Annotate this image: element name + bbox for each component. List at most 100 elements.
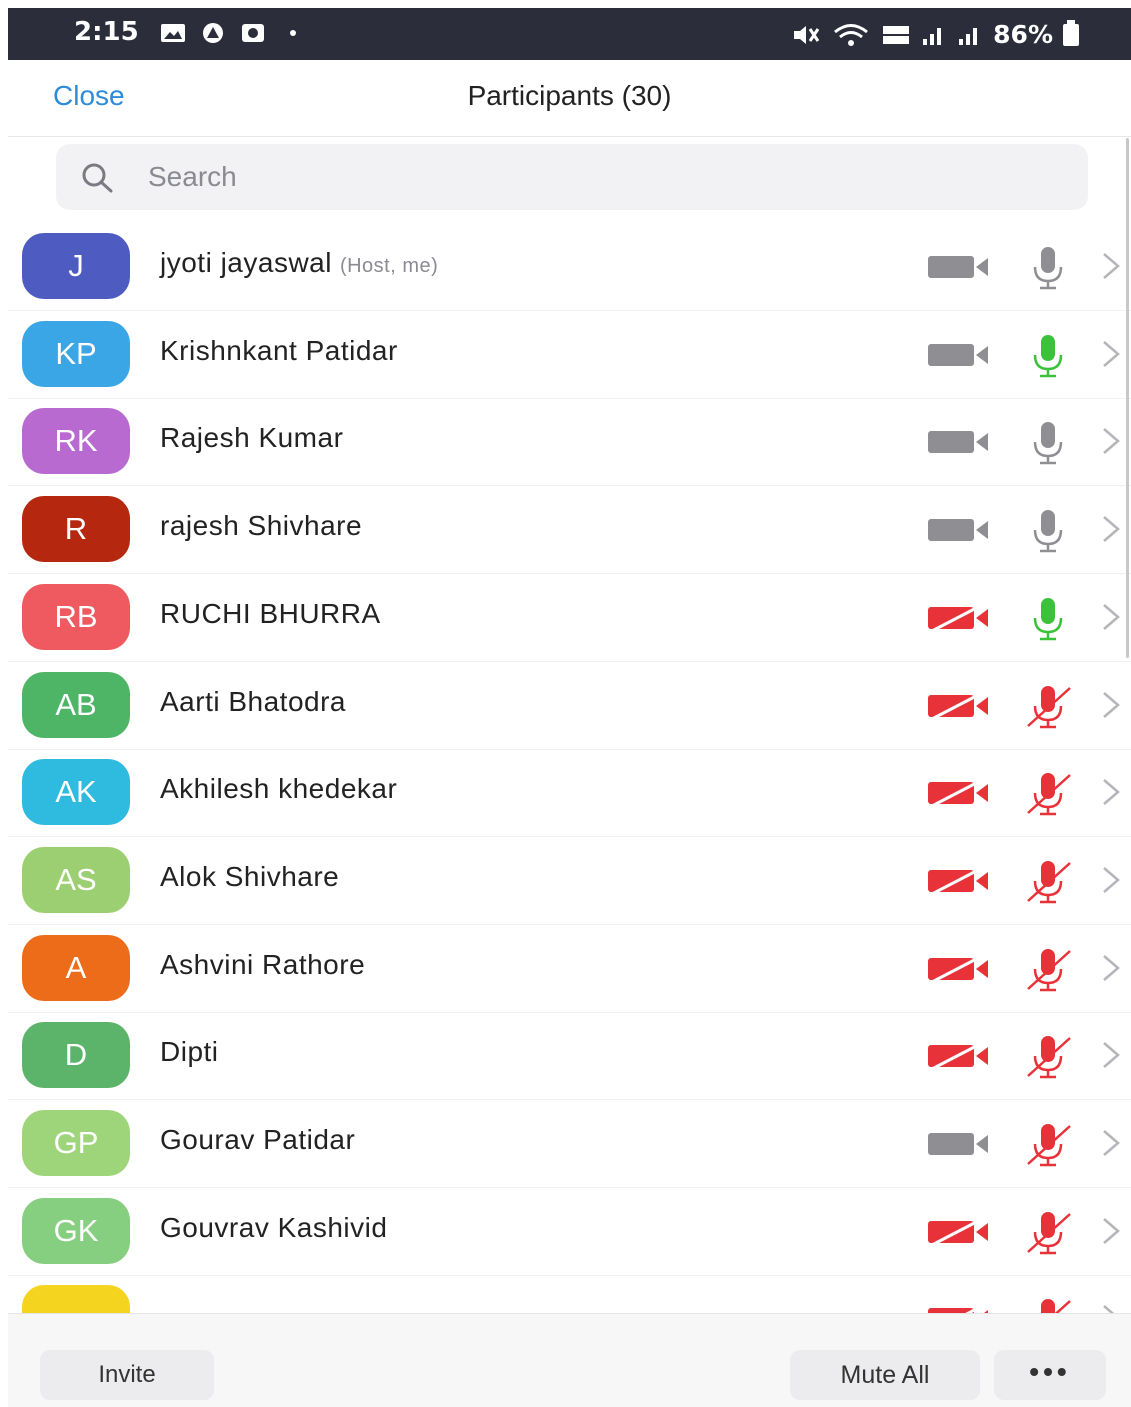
video-icon[interactable] xyxy=(926,339,994,371)
avatar: GK xyxy=(22,1197,130,1264)
participant-name-text: Akhilesh khedekar xyxy=(160,773,398,805)
avatar: A xyxy=(22,934,130,1001)
participant-row[interactable]: AB Aarti Bhatodra xyxy=(8,662,1131,750)
chevron-right-icon[interactable] xyxy=(1100,514,1122,544)
video-off-icon[interactable] xyxy=(926,777,994,809)
battery-icon xyxy=(1063,19,1079,46)
mic-muted-icon[interactable] xyxy=(1024,945,1072,993)
participant-row[interactable]: KP Krishnkant Patidar xyxy=(8,311,1131,399)
chevron-right-icon[interactable] xyxy=(1100,1128,1122,1158)
participant-row[interactable]: RB RUCHI BHURRA xyxy=(8,574,1131,662)
mic-muted-icon[interactable] xyxy=(1024,769,1072,817)
participant-row[interactable]: Jjyoti jayaswal (Host, me) xyxy=(8,223,1131,311)
participant-name-text: jyoti jayaswal xyxy=(160,247,332,278)
chevron-right-icon[interactable] xyxy=(1100,602,1122,632)
avatar: RK xyxy=(22,408,130,475)
mic-muted-icon[interactable] xyxy=(1024,1032,1072,1080)
mic-icon[interactable] xyxy=(1024,506,1072,554)
search-bar[interactable] xyxy=(56,144,1088,210)
participants-screen: 2:15 86% Close Participants (30) Jjyoti … xyxy=(8,8,1131,1407)
chevron-right-icon[interactable] xyxy=(1100,690,1122,720)
chevron-right-icon[interactable] xyxy=(1100,953,1122,983)
avatar: AK xyxy=(22,759,130,826)
video-off-icon[interactable] xyxy=(926,953,994,985)
participant-name: Alok Shivhare xyxy=(160,861,339,893)
participant-name-text: Rajesh Kumar xyxy=(160,422,344,454)
video-off-icon[interactable] xyxy=(926,602,994,634)
signal-icon xyxy=(923,27,942,45)
participant-name: Gouvrav Kashivid xyxy=(160,1212,387,1244)
video-icon[interactable] xyxy=(926,251,994,283)
avatar: AS xyxy=(22,846,130,913)
status-time: 2:15 xyxy=(74,17,139,47)
mic-muted-icon[interactable] xyxy=(1024,682,1072,730)
mic-muted-icon[interactable] xyxy=(1024,1120,1072,1168)
dot-icon xyxy=(290,30,296,36)
participant-name-text: Dipti xyxy=(160,1036,219,1068)
participant-name-text: rajesh Shivhare xyxy=(160,510,363,542)
mic-muted-icon[interactable] xyxy=(1024,857,1072,905)
more-options-button[interactable]: ••• xyxy=(994,1350,1106,1400)
video-off-icon[interactable] xyxy=(926,1040,994,1072)
mute-all-button[interactable]: Mute All xyxy=(790,1350,980,1400)
participant-row[interactable]: GK Gouvrav Kashivid xyxy=(8,1188,1131,1276)
chevron-right-icon[interactable] xyxy=(1100,251,1122,281)
battery-percent: 86% xyxy=(993,20,1053,49)
chevron-right-icon[interactable] xyxy=(1100,865,1122,895)
participant-row[interactable]: GP Gourav Patidar xyxy=(8,1100,1131,1188)
host-tag: (Host, me) xyxy=(339,255,439,277)
participant-name: jyoti jayaswal (Host, me) xyxy=(160,247,438,279)
mic-icon[interactable] xyxy=(1024,418,1072,466)
mic-icon[interactable] xyxy=(1024,594,1072,642)
avatar: J xyxy=(22,233,130,299)
participant-row[interactable]: A Ashvini Rathore xyxy=(8,925,1131,1013)
participant-row[interactable]: AS Alok Shivhare xyxy=(8,837,1131,925)
mute-vibrate-icon xyxy=(794,25,820,44)
video-icon[interactable] xyxy=(926,1128,994,1160)
participant-row[interactable]: D Dipti xyxy=(8,1012,1131,1101)
chevron-right-icon[interactable] xyxy=(1100,1303,1122,1313)
chevron-right-icon[interactable] xyxy=(1100,777,1122,807)
participant-name: RUCHI BHURRA xyxy=(160,598,381,630)
page-title: Participants (30) xyxy=(467,80,672,111)
header-bar: Close Participants (30) xyxy=(8,60,1131,137)
participant-name-text: Krishnkant Patidar xyxy=(160,334,398,366)
participant-row[interactable] xyxy=(8,1275,1131,1313)
participant-name: Akhilesh khedekar xyxy=(160,773,397,805)
video-off-icon[interactable] xyxy=(926,865,994,897)
mic-icon[interactable] xyxy=(1024,331,1072,379)
avatar xyxy=(22,1285,130,1313)
chevron-right-icon[interactable] xyxy=(1100,339,1122,369)
volte-icon xyxy=(883,25,910,44)
gallery-icon xyxy=(161,24,185,42)
avatar: AB xyxy=(22,671,130,738)
video-off-icon[interactable] xyxy=(926,690,994,722)
participant-row[interactable]: RK Rajesh Kumar xyxy=(8,398,1131,487)
avatar: GP xyxy=(22,1110,130,1176)
mic-muted-icon[interactable] xyxy=(1024,1208,1072,1256)
video-icon[interactable] xyxy=(926,426,994,458)
participant-name: rajesh Shivhare xyxy=(160,510,362,542)
invite-button[interactable]: Invite xyxy=(40,1350,214,1400)
search-input[interactable] xyxy=(148,144,1048,210)
participant-row[interactable]: Rrajesh Shivhare xyxy=(8,486,1131,575)
status-bar: 2:15 86% xyxy=(8,8,1131,60)
participant-name-text: Alok Shivhare xyxy=(160,860,340,892)
mic-icon[interactable] xyxy=(1024,243,1072,291)
chevron-right-icon[interactable] xyxy=(1100,1040,1122,1070)
participant-row[interactable]: AK Akhilesh khedekar xyxy=(8,749,1131,838)
mic-muted-icon[interactable] xyxy=(1024,1295,1072,1313)
video-off-icon[interactable] xyxy=(926,1303,994,1313)
video-off-icon[interactable] xyxy=(926,1216,994,1248)
participant-name-text: Ashvini Rathore xyxy=(160,948,366,980)
participant-name-text: Gouvrav Kashivid xyxy=(160,1211,388,1243)
scrollbar[interactable] xyxy=(1126,138,1129,658)
participants-list[interactable]: Jjyoti jayaswal (Host, me) KP Krishnkant Pa… xyxy=(8,223,1131,1313)
chevron-right-icon[interactable] xyxy=(1100,426,1122,456)
chevron-right-icon[interactable] xyxy=(1100,1216,1122,1246)
participant-name: Dipti xyxy=(160,1036,219,1068)
status-right-icons: 86% xyxy=(791,19,1079,49)
signal-icon xyxy=(959,27,978,45)
video-icon[interactable] xyxy=(926,514,994,546)
participant-name: Aarti Bhatodra xyxy=(160,686,346,718)
